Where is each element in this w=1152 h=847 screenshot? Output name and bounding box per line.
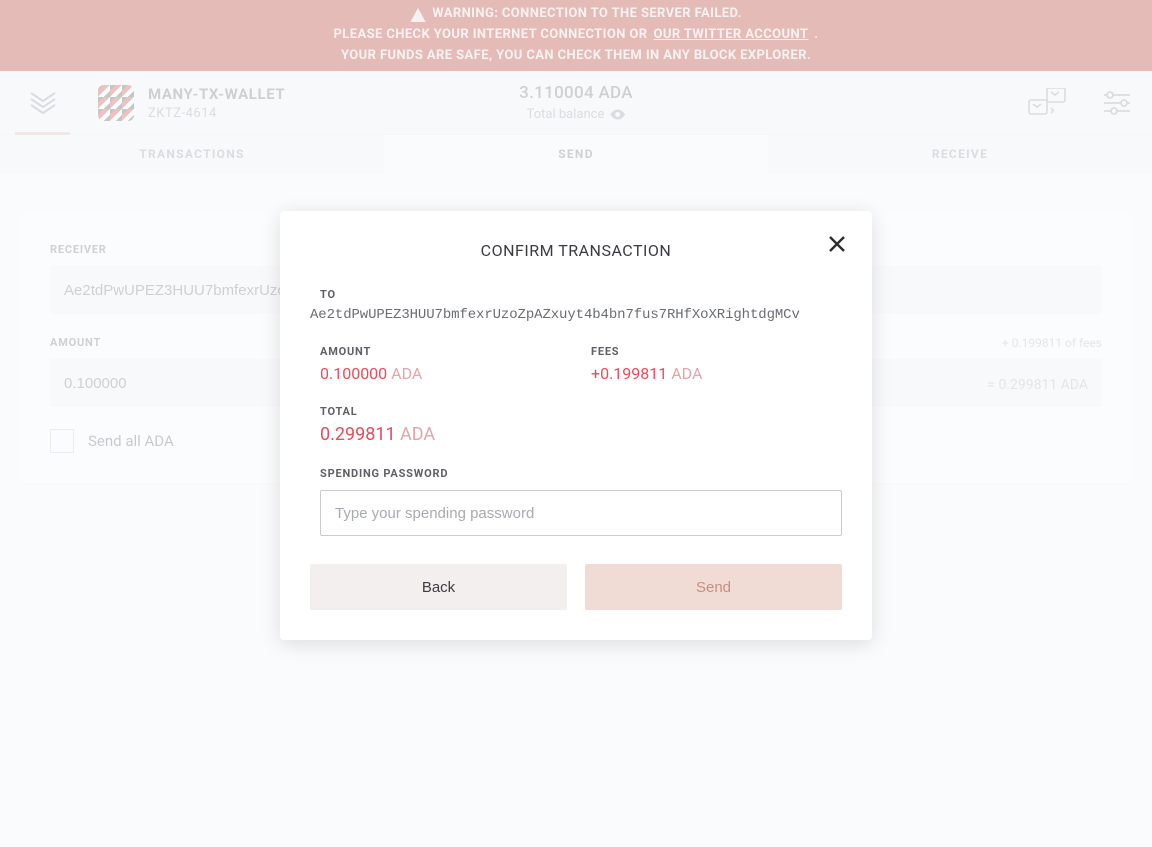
confirm-transaction-modal: CONFIRM TRANSACTION TO Ae2tdPwUPEZ3HUU7b…	[280, 211, 872, 640]
modal-amount-col: AMOUNT 0.100000 ADA	[320, 345, 571, 383]
modal-amount-number: 0.100000	[320, 364, 387, 383]
modal-fees-col: FEES +0.199811 ADA	[591, 345, 842, 383]
spending-password-input[interactable]	[320, 490, 842, 536]
modal-total-label: TOTAL	[320, 405, 842, 418]
modal-total-number: 0.299811	[320, 424, 396, 445]
modal-to-section: TO	[310, 288, 842, 301]
modal-amount-label: AMOUNT	[320, 345, 571, 358]
modal-total-ticker: ADA	[400, 424, 435, 445]
modal-amount-fees-row: AMOUNT 0.100000 ADA FEES +0.199811 ADA	[310, 345, 842, 383]
modal-fees-value: +0.199811 ADA	[591, 364, 842, 383]
modal-buttons: Back Send	[310, 564, 842, 610]
modal-total-section: TOTAL 0.299811 ADA	[310, 405, 842, 445]
modal-amount-value: 0.100000 ADA	[320, 364, 571, 383]
modal-to-label: TO	[320, 288, 842, 301]
modal-password-label: SPENDING PASSWORD	[320, 467, 842, 480]
modal-fees-label: FEES	[591, 345, 842, 358]
modal-to-value: Ae2tdPwUPEZ3HUU7bmfexrUzoZpAZxuyt4b4bn7f…	[310, 307, 842, 323]
modal-fees-ticker: ADA	[671, 364, 702, 383]
modal-title: CONFIRM TRANSACTION	[310, 241, 842, 260]
modal-password-section: SPENDING PASSWORD	[310, 467, 842, 536]
modal-fees-number: +0.199811	[591, 364, 667, 383]
send-button[interactable]: Send	[585, 564, 842, 610]
modal-total-value: 0.299811 ADA	[320, 424, 842, 445]
modal-amount-ticker: ADA	[391, 364, 422, 383]
back-button[interactable]: Back	[310, 564, 567, 610]
close-icon[interactable]	[828, 235, 846, 253]
